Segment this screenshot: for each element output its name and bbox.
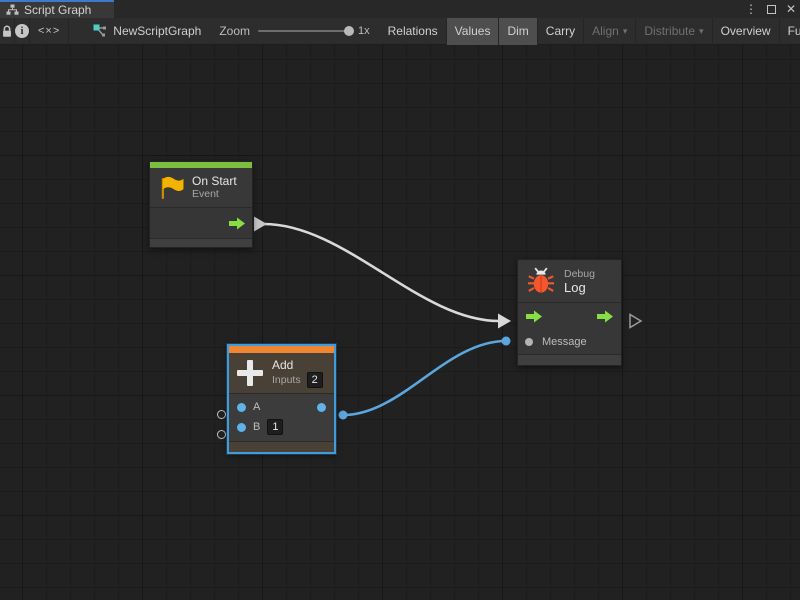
math-color-bar [229,346,334,353]
fullscreen-button[interactable]: Full S [780,18,800,45]
on-start-port-row [150,208,252,238]
info-button[interactable]: i [15,18,30,45]
graph-asset-name: NewScriptGraph [113,24,201,38]
log-unconnected-output-triangle [630,315,641,328]
graph-asset-selector[interactable]: NewScriptGraph [83,24,211,38]
port-a-label: A [253,401,260,413]
node-debug-log[interactable]: Debug Log Message [517,259,622,366]
code-view-button[interactable]: <×> [30,18,69,45]
port-b-label: B [253,421,260,433]
zoom-value: 1x [358,25,370,37]
chevron-down-icon: ▾ [623,26,628,37]
lock-icon [0,24,14,39]
window-close-icon[interactable]: ✕ [786,0,796,18]
distribute-dropdown[interactable]: Distribute ▾ [636,18,712,45]
port-b-value-field[interactable]: 1 [267,419,283,435]
node-title: Add [272,358,323,372]
add-header: Add Inputs 2 [229,353,334,393]
toolbar-buttons: Relations Values Dim Carry Align ▾ Distr… [380,18,800,45]
inputs-label: Inputs [272,374,301,387]
window-maximize-icon[interactable] [767,5,776,14]
node-footer [229,441,334,452]
add-unconnected-port-b[interactable] [217,430,226,439]
align-dropdown[interactable]: Align ▾ [584,18,636,45]
wire-end-arrow [498,314,511,329]
connection-wires [0,45,800,600]
zoom-slider[interactable] [258,30,350,32]
trigger-input-port-icon[interactable] [525,310,543,323]
node-footer [150,239,252,247]
zoom-label: Zoom [219,24,250,38]
lock-button[interactable] [0,18,15,45]
node-add[interactable]: Add Inputs 2 A B 1 [227,344,336,454]
wire-blue-start-cap [339,411,348,420]
node-on-start[interactable]: On Start Event [149,161,253,248]
wire-blue-end-cap [502,337,511,346]
node-footer [518,355,621,365]
on-start-header: On Start Event [150,168,252,207]
message-port-label: Message [542,336,587,348]
wire-source-arrow [254,217,267,232]
code-icon: <×> [38,25,60,37]
zoom-control: Zoom 1x [211,24,377,38]
info-icon: i [15,24,29,38]
message-input-port[interactable] [525,338,533,346]
graph-canvas[interactable]: On Start Event [0,45,800,600]
values-button[interactable]: Values [447,18,500,45]
dim-button[interactable]: Dim [499,18,537,45]
chevron-down-icon: ▾ [699,26,704,37]
trigger-output-port-icon[interactable] [228,217,246,230]
graph-toolbar: i <×> NewScriptGraph Zoom 1x Relations [0,18,800,45]
window-menu-icon[interactable]: ⋮ [745,0,757,18]
inputs-count-field[interactable]: 2 [307,372,323,388]
overview-button[interactable]: Overview [713,18,780,45]
debug-log-header: Debug Log [518,260,621,302]
result-output-port[interactable] [317,403,326,412]
port-b-input[interactable] [237,423,246,432]
flag-icon [158,175,184,201]
bug-icon [526,267,556,295]
add-port-row-a: A [229,397,334,417]
window-controls: ⋮ ✕ [745,0,796,18]
wire-onstart-to-log [264,224,499,321]
node-category: Debug [564,268,595,281]
tab-script-graph[interactable]: Script Graph [0,0,114,18]
wire-add-to-message [343,341,506,415]
tab-bar: Script Graph ⋮ ✕ [0,0,800,18]
add-port-row-b: B 1 [229,417,334,437]
plus-icon [237,360,263,386]
visual-scripting-window: Script Graph ⋮ ✕ i <×> [0,0,800,600]
log-message-port-row: Message [518,330,621,354]
port-a-input[interactable] [237,403,246,412]
node-subtitle: Event [192,188,237,201]
node-title: Log [564,281,595,295]
node-title: On Start [192,174,237,188]
log-trigger-port-row [518,303,621,330]
add-unconnected-port-a[interactable] [217,410,226,419]
graph-asset-icon [93,24,107,38]
relations-button[interactable]: Relations [380,18,447,45]
script-graph-tab-icon [6,4,19,16]
tab-title: Script Graph [24,3,91,17]
carry-button[interactable]: Carry [538,18,584,45]
trigger-output-port-icon[interactable] [596,310,614,323]
zoom-slider-handle[interactable] [344,26,354,36]
